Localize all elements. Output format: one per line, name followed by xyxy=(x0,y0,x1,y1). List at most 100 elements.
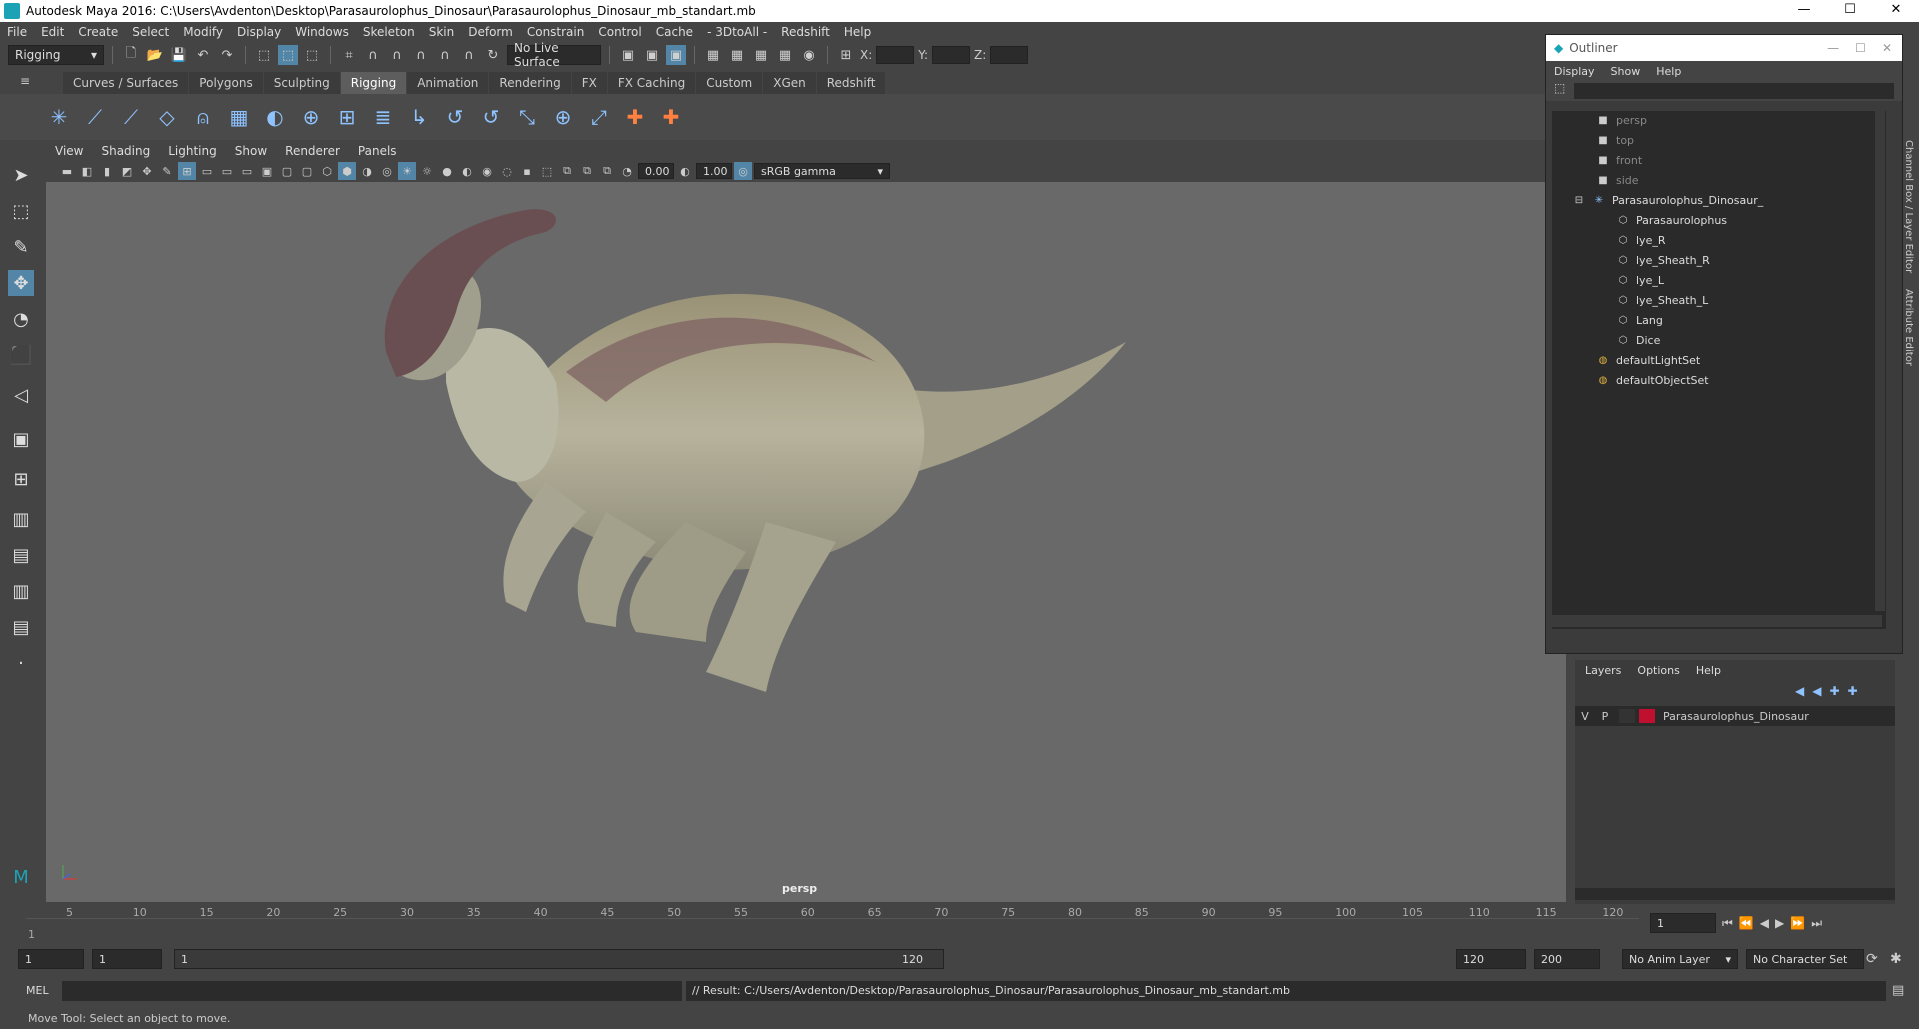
camera-attr-icon[interactable]: ◧ xyxy=(78,162,96,180)
dinosaur-model[interactable] xyxy=(46,182,1566,902)
more-layouts-icon[interactable]: · xyxy=(8,650,34,676)
tab-animation[interactable]: Animation xyxy=(407,72,489,94)
layer-menu-help[interactable]: Help xyxy=(1696,664,1721,677)
playback-start-field[interactable]: 1 xyxy=(92,949,162,969)
range-slider[interactable]: 1 120 xyxy=(174,949,944,969)
wrap-icon[interactable]: ⊞ xyxy=(332,102,362,132)
outliner-item[interactable]: ■ front xyxy=(1596,151,1642,171)
render-view-icon[interactable]: ▦ xyxy=(703,45,723,65)
hypershade-icon[interactable]: ◉ xyxy=(799,45,819,65)
menu-constrain[interactable]: Constrain xyxy=(520,25,592,39)
menu-deform[interactable]: Deform xyxy=(461,25,520,39)
layer-visibility-toggle[interactable]: V xyxy=(1575,710,1595,723)
locator-icon[interactable]: ✚ xyxy=(620,102,650,132)
command-input[interactable] xyxy=(62,981,682,1001)
outliner-item[interactable]: ◍ defaultObjectSet xyxy=(1596,371,1709,391)
script-editor-icon[interactable]: ▤ xyxy=(1892,983,1904,998)
outliner-item[interactable]: ⬡ lye_Sheath_R xyxy=(1616,251,1710,271)
grid-icon[interactable]: ⊞ xyxy=(178,162,196,180)
outliner-maximize-button[interactable]: ☐ xyxy=(1855,41,1866,55)
input-ops-icon[interactable]: ▣ xyxy=(618,45,638,65)
menu-3dtoall[interactable]: - 3DtoAll - xyxy=(700,25,774,39)
safe-action-icon[interactable]: ▢ xyxy=(278,162,296,180)
outliner-search-input[interactable] xyxy=(1574,83,1894,99)
outliner-item[interactable]: ⬡ lye_L xyxy=(1616,271,1664,291)
outliner-item[interactable]: ■ persp xyxy=(1596,111,1647,131)
construction-history-icon[interactable]: ▣ xyxy=(666,45,686,65)
transform-mode-icon[interactable]: ⊞ xyxy=(836,45,856,65)
menu-create[interactable]: Create xyxy=(71,25,125,39)
layer-display-type[interactable] xyxy=(1619,709,1635,723)
layer-hscrollbar[interactable] xyxy=(1575,888,1895,900)
tab-fx[interactable]: FX xyxy=(571,72,607,94)
snap-curve-icon[interactable]: ∩ xyxy=(363,45,383,65)
outliner-item[interactable]: ⬡ lye_R xyxy=(1616,231,1666,251)
outliner-minimize-button[interactable]: — xyxy=(1827,41,1839,55)
lasso-tool-icon[interactable]: ⬚ xyxy=(8,198,34,224)
outliner-item[interactable]: ◍ defaultLightSet xyxy=(1596,351,1701,371)
outliner-item[interactable]: ⬡ lye_Sheath_L xyxy=(1616,291,1709,311)
color-management-icon[interactable]: ◎ xyxy=(734,162,752,180)
graph-pane-icon[interactable]: ▥ xyxy=(8,578,34,604)
x-field[interactable] xyxy=(876,46,915,64)
scale-constraint-icon[interactable]: ⤡ xyxy=(512,102,542,132)
ik-spline-icon[interactable]: ⟋ xyxy=(116,102,146,132)
new-layer-selected-icon[interactable]: ✚ xyxy=(1848,684,1858,698)
select-tool-icon[interactable]: ➤ xyxy=(8,162,34,188)
layer-playback-toggle[interactable]: P xyxy=(1595,710,1615,723)
ssao-icon[interactable]: ⧉ xyxy=(558,162,576,180)
menu-help[interactable]: Help xyxy=(837,25,878,39)
exposure-icon[interactable]: ◔ xyxy=(618,162,636,180)
menu-set-dropdown[interactable]: Rigging ▾ xyxy=(8,45,104,65)
parent-constraint-icon[interactable]: ↳ xyxy=(404,102,434,132)
tab-sculpting[interactable]: Sculpting xyxy=(263,72,340,94)
tab-rigging[interactable]: Rigging xyxy=(340,72,407,94)
motion-blur-icon[interactable]: ⬚ xyxy=(538,162,556,180)
end-time-field[interactable]: 200 xyxy=(1534,949,1600,969)
viewport-menu-shading[interactable]: Shading xyxy=(92,144,159,158)
aa-icon[interactable]: ▪ xyxy=(518,162,536,180)
live-surface-field[interactable]: No Live Surface xyxy=(507,41,601,69)
wireframe-icon[interactable]: ⬡ xyxy=(318,162,336,180)
four-pane-icon[interactable]: ⊞ xyxy=(8,466,34,492)
menu-select[interactable]: Select xyxy=(125,25,176,39)
menu-skeleton[interactable]: Skeleton xyxy=(356,25,422,39)
cluster-icon[interactable]: ⊕ xyxy=(296,102,326,132)
bind-skin-icon[interactable]: ▦ xyxy=(224,102,254,132)
select-object-icon[interactable]: ⬚ xyxy=(278,45,298,65)
insert-joint-icon[interactable]: ◇ xyxy=(152,102,182,132)
tab-xgen[interactable]: XGen xyxy=(763,72,816,94)
output-ops-icon[interactable]: ▣ xyxy=(642,45,662,65)
menu-redshift[interactable]: Redshift xyxy=(774,25,837,39)
redo-icon[interactable]: ↷ xyxy=(217,45,237,65)
step-forward-icon[interactable]: ⏩ xyxy=(1790,916,1805,930)
viewport-menu-renderer[interactable]: Renderer xyxy=(276,144,349,158)
snap-view-icon[interactable]: ∩ xyxy=(411,45,431,65)
menu-edit[interactable]: Edit xyxy=(34,25,71,39)
camera-select-icon[interactable]: ▬ xyxy=(58,162,76,180)
char-set-dropdown[interactable]: No Character Set xyxy=(1746,949,1864,969)
menu-file[interactable]: File xyxy=(0,25,34,39)
layer-menu-options[interactable]: Options xyxy=(1637,664,1679,677)
minimize-button[interactable]: — xyxy=(1781,0,1827,22)
lattice-icon[interactable]: ◐ xyxy=(260,102,290,132)
y-field[interactable] xyxy=(932,46,971,64)
viewport-menu-panels[interactable]: Panels xyxy=(349,144,406,158)
ipr-render-icon[interactable]: ▦ xyxy=(751,45,771,65)
single-pane-icon[interactable]: ▣ xyxy=(8,426,34,452)
xray-joints-icon[interactable]: ◉ xyxy=(478,162,496,180)
outliner-item[interactable]: ⬡ Parasaurolophus xyxy=(1616,211,1727,231)
step-back-icon[interactable]: ◀ xyxy=(1760,916,1769,930)
outliner-item[interactable]: ⊟ ✳ Parasaurolophus_Dinosaur_ xyxy=(1572,191,1763,211)
shelf-menu-icon[interactable]: ≡ xyxy=(20,74,30,88)
locator-pin-icon[interactable]: ✚ xyxy=(656,102,686,132)
two-pane-icon[interactable]: ▥ xyxy=(8,506,34,532)
dof-icon[interactable]: ⧉ xyxy=(578,162,596,180)
play-icon[interactable]: ▶ xyxy=(1775,916,1784,930)
viewport-3d[interactable]: persp xyxy=(46,182,1566,902)
menu-skin[interactable]: Skin xyxy=(422,25,462,39)
move-tool-icon[interactable]: ✥ xyxy=(8,270,34,296)
outliner-pane-icon[interactable]: ▤ xyxy=(8,542,34,568)
image-plane-icon[interactable]: ◩ xyxy=(118,162,136,180)
render-frame-icon[interactable]: ▦ xyxy=(727,45,747,65)
